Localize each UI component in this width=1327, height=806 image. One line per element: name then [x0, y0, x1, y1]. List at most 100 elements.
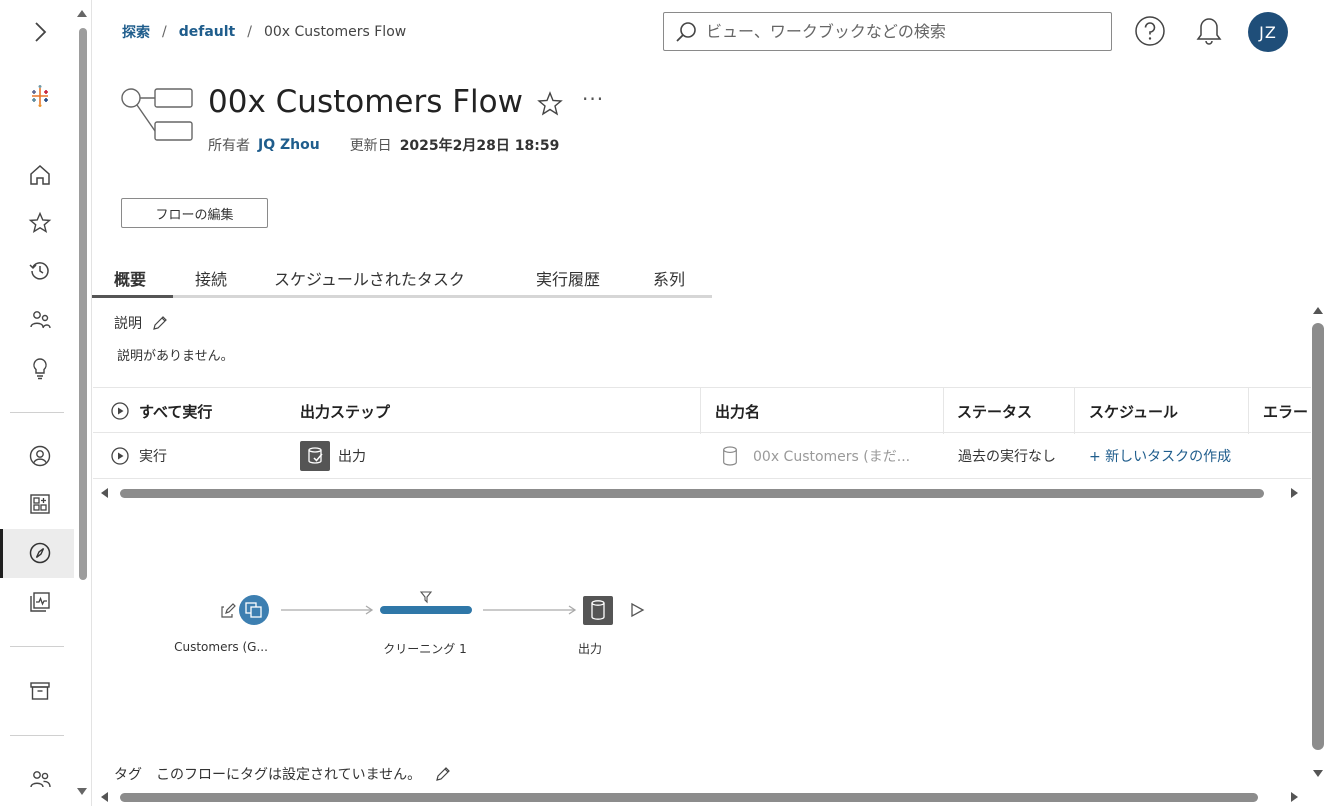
- owner-label: 所有者: [208, 138, 250, 154]
- breadcrumb: 探索 / default / 00x Customers Flow: [122, 22, 406, 42]
- header-output-step[interactable]: 出力ステップ: [300, 388, 390, 434]
- database-icon: [723, 446, 737, 466]
- header-output-name[interactable]: 出力名: [715, 388, 760, 434]
- cleaning-node-label: クリーニング 1: [383, 642, 467, 656]
- cleaning-step-node[interactable]: [380, 606, 472, 614]
- main-vertical-scroll-thumb[interactable]: [1312, 323, 1324, 750]
- main-scroll-left-icon[interactable]: [101, 792, 108, 802]
- active-tab-indicator: [92, 295, 173, 298]
- description-text: 説明がありません。: [117, 349, 234, 364]
- tab-lineage[interactable]: 系列: [653, 266, 685, 290]
- tags-label: タグ: [114, 767, 142, 783]
- favorites-star-icon[interactable]: [24, 207, 56, 239]
- main-scroll-down-icon[interactable]: [1313, 770, 1323, 777]
- notifications-bell-icon[interactable]: [1193, 15, 1225, 47]
- search-icon: [676, 21, 696, 42]
- recommendations-lightbulb-icon[interactable]: [24, 352, 56, 384]
- collections-icon[interactable]: [24, 488, 56, 520]
- create-new-task-link[interactable]: + 新しいタスクの作成: [1089, 433, 1231, 479]
- shared-with-me-icon[interactable]: [24, 304, 56, 336]
- play-circle-icon: [111, 447, 129, 465]
- column-divider: [1074, 388, 1075, 434]
- run-label: 実行: [139, 449, 167, 465]
- breadcrumb-separator: /: [247, 24, 252, 40]
- table-scroll-thumb[interactable]: [120, 489, 1264, 498]
- help-icon[interactable]: [1134, 15, 1166, 47]
- output-name-cell: 00x Customers (まだ...: [721, 433, 910, 479]
- tags-text: このフローにタグは設定されていません。: [156, 767, 422, 783]
- sidebar: [0, 0, 92, 806]
- table-scroll-left-icon[interactable]: [101, 488, 108, 498]
- column-divider: [1248, 388, 1249, 434]
- edit-input-icon[interactable]: [221, 603, 236, 618]
- sidebar-scroll-thumb[interactable]: [79, 28, 87, 580]
- tab-overview[interactable]: 概要: [114, 266, 146, 290]
- output-node[interactable]: [583, 596, 613, 625]
- updated-date: 2025年2月28日 18:59: [399, 138, 560, 154]
- more-actions-icon[interactable]: ···: [582, 89, 606, 112]
- sidebar-scroll-up-icon[interactable]: [77, 10, 87, 17]
- edit-flow-button[interactable]: フローの編集: [121, 198, 268, 228]
- tags-section: タグ このフローにタグは設定されていません。: [114, 764, 451, 784]
- header-error[interactable]: エラー: [1263, 388, 1308, 434]
- breadcrumb-project[interactable]: default: [179, 24, 236, 40]
- main-scroll-right-icon[interactable]: [1291, 792, 1298, 802]
- run-output-button[interactable]: 実行: [111, 433, 167, 479]
- owner-link[interactable]: JQ Zhou: [258, 137, 320, 153]
- breadcrumb-current: 00x Customers Flow: [263, 24, 407, 40]
- header-status[interactable]: ステータス: [957, 388, 1032, 434]
- table-row: 実行 出力 00x Customers (まだ... 過去の実行なし + 新しい…: [93, 433, 1311, 479]
- description-label: 説明: [114, 316, 142, 332]
- external-assets-archive-icon[interactable]: [24, 675, 56, 707]
- expand-chevron-icon[interactable]: [24, 16, 56, 48]
- sidebar-divider: [10, 412, 64, 413]
- input-node[interactable]: [239, 595, 269, 625]
- recents-history-icon[interactable]: [24, 255, 56, 287]
- tab-bar: 概要 接続 スケジュールされたタスク 実行履歴 系列: [92, 262, 712, 298]
- breadcrumb-separator: /: [162, 24, 167, 40]
- sidebar-divider: [10, 735, 64, 736]
- table-scroll-right-icon[interactable]: [1291, 488, 1298, 498]
- search-input[interactable]: [706, 22, 1096, 41]
- user-avatar[interactable]: JZ: [1248, 12, 1288, 52]
- main-scroll-up-icon[interactable]: [1313, 307, 1323, 314]
- sidebar-active-indicator: [0, 529, 3, 578]
- status-cell: 過去の実行なし: [958, 449, 1056, 465]
- run-all-button[interactable]: すべて実行: [111, 388, 212, 434]
- flow-diagram: [221, 591, 645, 625]
- admin-insights-icon[interactable]: [24, 586, 56, 618]
- flow-metadata: 所有者 JQ Zhou 更新日 2025年2月28日 18:59: [208, 135, 559, 155]
- users-groups-icon[interactable]: [24, 763, 56, 795]
- output-name-text: 00x Customers (まだ...: [753, 449, 911, 465]
- home-icon[interactable]: [24, 159, 56, 191]
- search-box[interactable]: [663, 12, 1112, 51]
- column-divider: [700, 388, 701, 434]
- favorite-star-icon[interactable]: [536, 90, 564, 118]
- output-step-label: 出力: [338, 449, 366, 465]
- output-step-icon: [300, 441, 330, 471]
- run-flow-play-icon[interactable]: [631, 602, 645, 618]
- personal-space-icon[interactable]: [24, 440, 56, 472]
- description-header: 説明: [114, 313, 168, 333]
- flow-type-icon: [121, 88, 193, 141]
- edit-tags-pencil-icon[interactable]: [435, 766, 451, 782]
- tab-run-history[interactable]: 実行履歴: [536, 266, 600, 290]
- main-horizontal-scroll-thumb[interactable]: [120, 793, 1258, 802]
- input-node-label: Customers (G...: [174, 640, 268, 654]
- edit-description-pencil-icon[interactable]: [152, 315, 168, 331]
- explore-compass-icon[interactable]: [24, 537, 56, 569]
- column-divider: [943, 388, 944, 434]
- output-step-cell: 出力: [300, 433, 366, 479]
- tab-scheduled-tasks[interactable]: スケジュールされたタスク: [274, 266, 465, 290]
- breadcrumb-explore[interactable]: 探索: [122, 22, 150, 42]
- play-circle-icon: [111, 402, 129, 420]
- run-all-label: すべて実行: [139, 402, 213, 421]
- filter-icon: [419, 591, 433, 604]
- page-title: 00x Customers Flow: [208, 84, 523, 120]
- header-schedule[interactable]: スケジュール: [1089, 388, 1178, 434]
- tab-connections[interactable]: 接続: [195, 266, 227, 290]
- sidebar-scroll-down-icon[interactable]: [77, 788, 87, 795]
- output-node-label: 出力: [577, 642, 602, 656]
- tableau-logo-icon[interactable]: [24, 80, 56, 112]
- table-header-row: すべて実行 出力ステップ 出力名 ステータス スケジュール エラー: [93, 387, 1311, 434]
